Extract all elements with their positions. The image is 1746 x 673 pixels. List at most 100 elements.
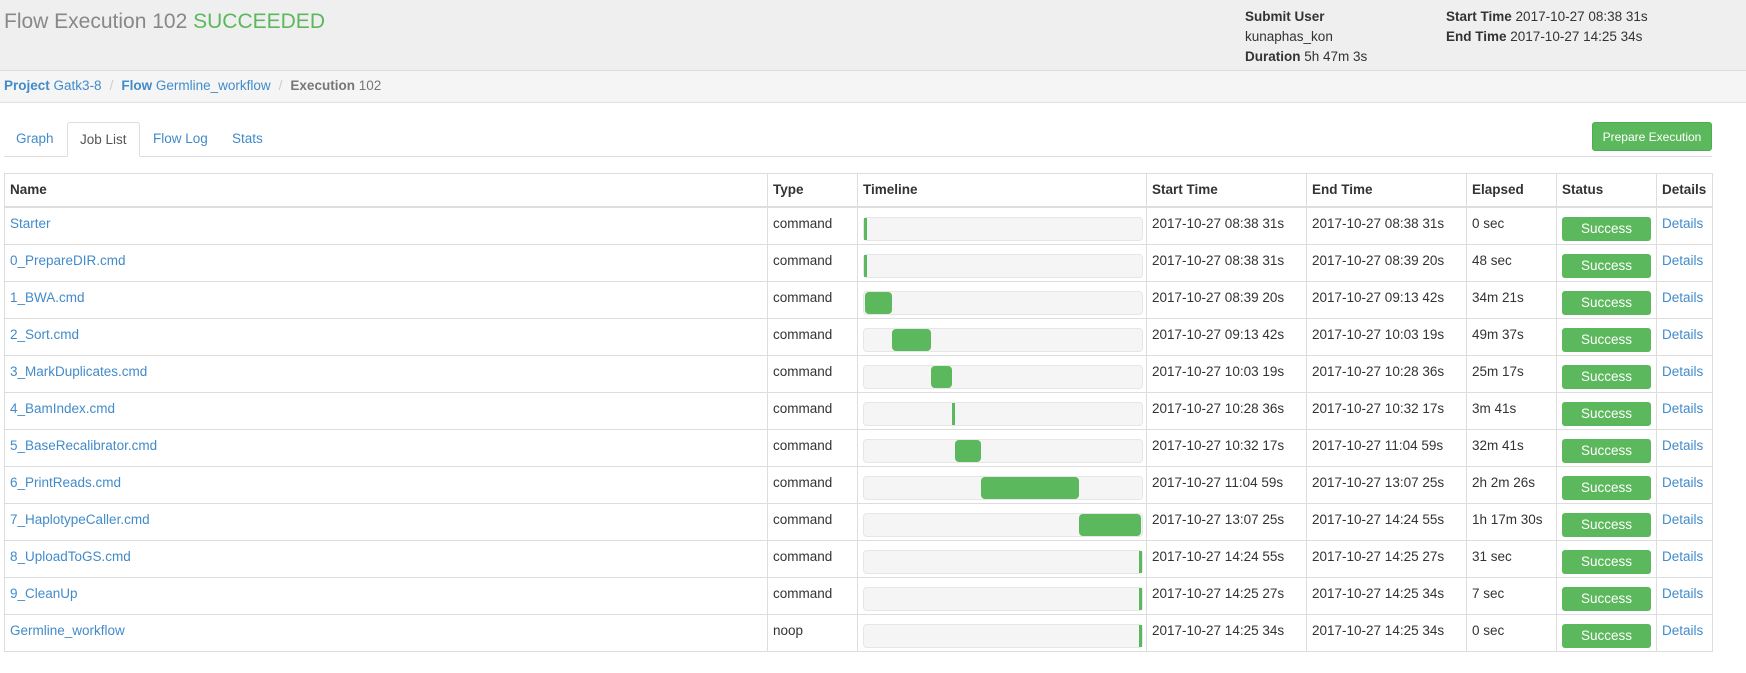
job-status-cell: Success — [1556, 613, 1657, 652]
job-details-cell: Details — [1656, 428, 1713, 467]
job-name-link[interactable]: 5_BaseRecalibrator.cmd — [10, 438, 157, 453]
duration-value: 5h 47m 3s — [1304, 49, 1368, 64]
breadcrumb-project[interactable]: Project Gatk3-8 — [4, 78, 102, 93]
table-row: Starter command 2017-10-27 08:38 31s 2017-1… — [4, 206, 1713, 245]
table-row: 2_Sort.cmd command 2017-10-27 09:13 42s 201… — [4, 317, 1713, 356]
job-timeline-cell — [857, 428, 1147, 467]
details-link[interactable]: Details — [1662, 401, 1703, 416]
details-link[interactable]: Details — [1662, 438, 1703, 453]
details-link[interactable]: Details — [1662, 586, 1703, 601]
job-name-link[interactable]: 6_PrintReads.cmd — [10, 475, 121, 490]
column-header-name: Name — [4, 173, 768, 208]
job-type: command — [767, 354, 858, 393]
job-elapsed: 48 sec — [1466, 243, 1557, 282]
job-details-cell: Details — [1656, 354, 1713, 393]
timeline-track — [863, 623, 1143, 648]
job-details-cell: Details — [1656, 206, 1713, 245]
job-start-time: 2017-10-27 14:24 55s — [1146, 539, 1307, 578]
job-name-link[interactable]: Germline_workflow — [10, 623, 125, 638]
job-details-cell: Details — [1656, 539, 1713, 578]
details-link[interactable]: Details — [1662, 364, 1703, 379]
job-status-cell: Success — [1556, 502, 1657, 541]
job-timeline-cell — [857, 502, 1147, 541]
status-success-button[interactable]: Success — [1562, 549, 1651, 574]
job-type: command — [767, 243, 858, 282]
table-row: 5_BaseRecalibrator.cmd command 2017-10-27 … — [4, 428, 1713, 467]
details-link[interactable]: Details — [1662, 623, 1703, 638]
job-start-time: 2017-10-27 09:13 42s — [1146, 317, 1307, 356]
job-timeline-cell — [857, 539, 1147, 578]
job-name-link[interactable]: 7_HaplotypeCaller.cmd — [10, 512, 150, 527]
status-success-button[interactable]: Success — [1562, 512, 1651, 537]
timeline-track — [863, 512, 1143, 537]
job-details-cell: Details — [1656, 576, 1713, 615]
tab-bar: Graph Job List Flow Log Stats — [4, 122, 1712, 157]
job-name-link[interactable]: 2_Sort.cmd — [10, 327, 79, 342]
breadcrumb-flow[interactable]: Flow Germline_workflow — [121, 78, 270, 93]
job-end-time: 2017-10-27 14:25 27s — [1306, 539, 1467, 578]
details-link[interactable]: Details — [1662, 253, 1703, 268]
details-link[interactable]: Details — [1662, 475, 1703, 490]
job-type: command — [767, 280, 858, 319]
job-name-link[interactable]: 0_PrepareDIR.cmd — [10, 253, 126, 268]
job-type: command — [767, 576, 858, 615]
job-elapsed: 34m 21s — [1466, 280, 1557, 319]
job-name-link[interactable]: Starter — [10, 216, 51, 231]
status-success-button[interactable]: Success — [1562, 475, 1651, 500]
job-type: command — [767, 428, 858, 467]
job-status-cell: Success — [1556, 428, 1657, 467]
table-header-row: Name Type Timeline Start Time End Time E… — [4, 173, 1713, 208]
job-timeline-cell — [857, 391, 1147, 430]
details-link[interactable]: Details — [1662, 327, 1703, 342]
job-name-link[interactable]: 4_BamIndex.cmd — [10, 401, 115, 416]
job-status-cell: Success — [1556, 280, 1657, 319]
job-name-cell: 3_MarkDuplicates.cmd — [4, 354, 768, 393]
start-time-label: Start Time — [1446, 9, 1512, 24]
page-title: Flow Execution 102 SUCCEEDED — [4, 10, 325, 34]
table-row: 9_CleanUp command 2017-10-27 14:25 27s 2017… — [4, 576, 1713, 615]
breadcrumb-separator: / — [278, 78, 283, 93]
details-link[interactable]: Details — [1662, 290, 1703, 305]
job-name-link[interactable]: 3_MarkDuplicates.cmd — [10, 364, 147, 379]
job-start-time: 2017-10-27 13:07 25s — [1146, 502, 1307, 541]
breadcrumb-execution: Execution 102 — [290, 78, 382, 93]
job-name-link[interactable]: 9_CleanUp — [10, 586, 78, 601]
status-success-button[interactable]: Success — [1562, 253, 1651, 278]
execution-status: SUCCEEDED — [193, 10, 325, 33]
job-timeline-cell — [857, 206, 1147, 245]
job-status-cell: Success — [1556, 317, 1657, 356]
job-type: noop — [767, 613, 858, 652]
column-header-timeline: Timeline — [857, 173, 1147, 208]
status-success-button[interactable]: Success — [1562, 364, 1651, 389]
job-name-link[interactable]: 1_BWA.cmd — [10, 290, 85, 305]
status-success-button[interactable]: Success — [1562, 290, 1651, 315]
job-timeline-cell — [857, 576, 1147, 615]
tab-graph[interactable]: Graph — [4, 122, 66, 156]
column-header-type: Type — [767, 173, 858, 208]
column-header-elapsed: Elapsed — [1466, 173, 1557, 208]
job-name-cell: 4_BamIndex.cmd — [4, 391, 768, 430]
tab-flow-log[interactable]: Flow Log — [141, 122, 220, 156]
table-row: 4_BamIndex.cmd command 2017-10-27 10:28 36… — [4, 391, 1713, 430]
timeline-bar — [1139, 624, 1142, 647]
details-link[interactable]: Details — [1662, 512, 1703, 527]
job-elapsed: 7 sec — [1466, 576, 1557, 615]
status-success-button[interactable]: Success — [1562, 401, 1651, 426]
details-link[interactable]: Details — [1662, 216, 1703, 231]
status-success-button[interactable]: Success — [1562, 438, 1651, 463]
timeline-track — [863, 475, 1143, 500]
status-success-button[interactable]: Success — [1562, 586, 1651, 611]
tab-stats[interactable]: Stats — [220, 122, 275, 156]
status-success-button[interactable]: Success — [1562, 217, 1651, 241]
job-name-link[interactable]: 8_UploadToGS.cmd — [10, 549, 131, 564]
timeline-bar — [864, 254, 867, 277]
status-success-button[interactable]: Success — [1562, 623, 1651, 648]
submit-user-label: Submit User — [1245, 9, 1325, 24]
tab-job-list[interactable]: Job List — [67, 122, 140, 157]
prepare-execution-button[interactable]: Prepare Execution — [1592, 122, 1712, 151]
details-link[interactable]: Details — [1662, 549, 1703, 564]
status-success-button[interactable]: Success — [1562, 327, 1651, 352]
job-end-time: 2017-10-27 14:24 55s — [1306, 502, 1467, 541]
job-details-cell: Details — [1656, 280, 1713, 319]
flow-execution-title: Flow Execution 102 — [4, 10, 188, 33]
